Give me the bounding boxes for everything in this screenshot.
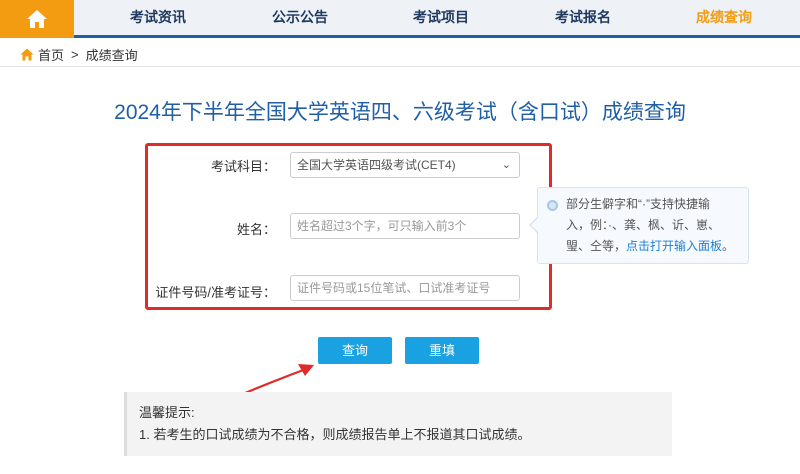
nav-item-registration[interactable]: 考试报名 [528, 0, 638, 35]
top-nav: 考试资讯 公示公告 考试项目 考试报名 成绩查询 [0, 0, 800, 38]
divider [0, 66, 800, 67]
breadcrumb: 首页 > 成绩查询 [20, 44, 138, 64]
input-tip-box: 部分生僻字和“·”支持快捷输 入，例：·、龚、枫、䜣、崽、 琞、仝等，点击打开输… [529, 187, 749, 264]
nav-item-news[interactable]: 考试资讯 [103, 0, 213, 35]
tip-line-3: 琞、仝等，点击打开输入面板。 [566, 236, 740, 257]
home-icon [20, 48, 34, 60]
tip-line-2: 入，例：·、龚、枫、䜣、崽、 [566, 218, 720, 232]
nav-item-announcements[interactable]: 公示公告 [245, 0, 355, 35]
name-input-placeholder: 姓名超过3个字，可只输入前3个 [297, 219, 467, 233]
tip-line-1: 部分生僻字和“·”支持快捷输 [566, 197, 710, 211]
tip-line-3-text: 琞、仝等， [566, 239, 627, 253]
id-label: 证件号码/准考证号： [155, 285, 276, 300]
page-title: 2024年下半年全国大学英语四、六级考试（含口试）成绩查询 [114, 101, 686, 124]
subject-select-value: 全国大学英语四级考试(CET4) [297, 158, 456, 172]
notice-box: 温馨提示: 1. 若考生的口试成绩为不合格，则成绩报告单上不报道其口试成绩。 [124, 392, 672, 456]
breadcrumb-home-link[interactable]: 首页 [38, 45, 64, 64]
tip-line-3-suffix: 。 [722, 239, 735, 253]
notice-title: 温馨提示: [139, 405, 195, 420]
subject-select[interactable]: 全国大学英语四级考试(CET4) ⌄ [290, 152, 520, 178]
breadcrumb-current: 成绩查询 [85, 47, 138, 63]
id-input-placeholder: 证件号码或15位笔试、口试准考证号 [297, 281, 491, 295]
subject-label: 考试科目： [210, 159, 276, 174]
home-icon [27, 10, 47, 28]
open-input-panel-link[interactable]: 点击打开输入面板 [626, 239, 722, 253]
breadcrumb-separator: > [71, 46, 79, 62]
nav-item-score-query[interactable]: 成绩查询 [669, 0, 779, 35]
tip-arrow-inner [531, 218, 538, 232]
nav-item-exam-projects[interactable]: 考试项目 [386, 0, 496, 35]
home-button[interactable] [0, 0, 74, 38]
name-label: 姓名： [236, 222, 276, 237]
radio-icon [547, 200, 558, 211]
query-button[interactable]: 查询 [318, 337, 392, 364]
chevron-down-icon: ⌄ [501, 159, 511, 171]
reset-button[interactable]: 重填 [405, 337, 479, 364]
notice-item-1: 1. 若考生的口试成绩为不合格，则成绩报告单上不报道其口试成绩。 [139, 427, 531, 442]
name-input[interactable]: 姓名超过3个字，可只输入前3个 [290, 213, 520, 239]
id-number-input[interactable]: 证件号码或15位笔试、口试准考证号 [290, 275, 520, 301]
